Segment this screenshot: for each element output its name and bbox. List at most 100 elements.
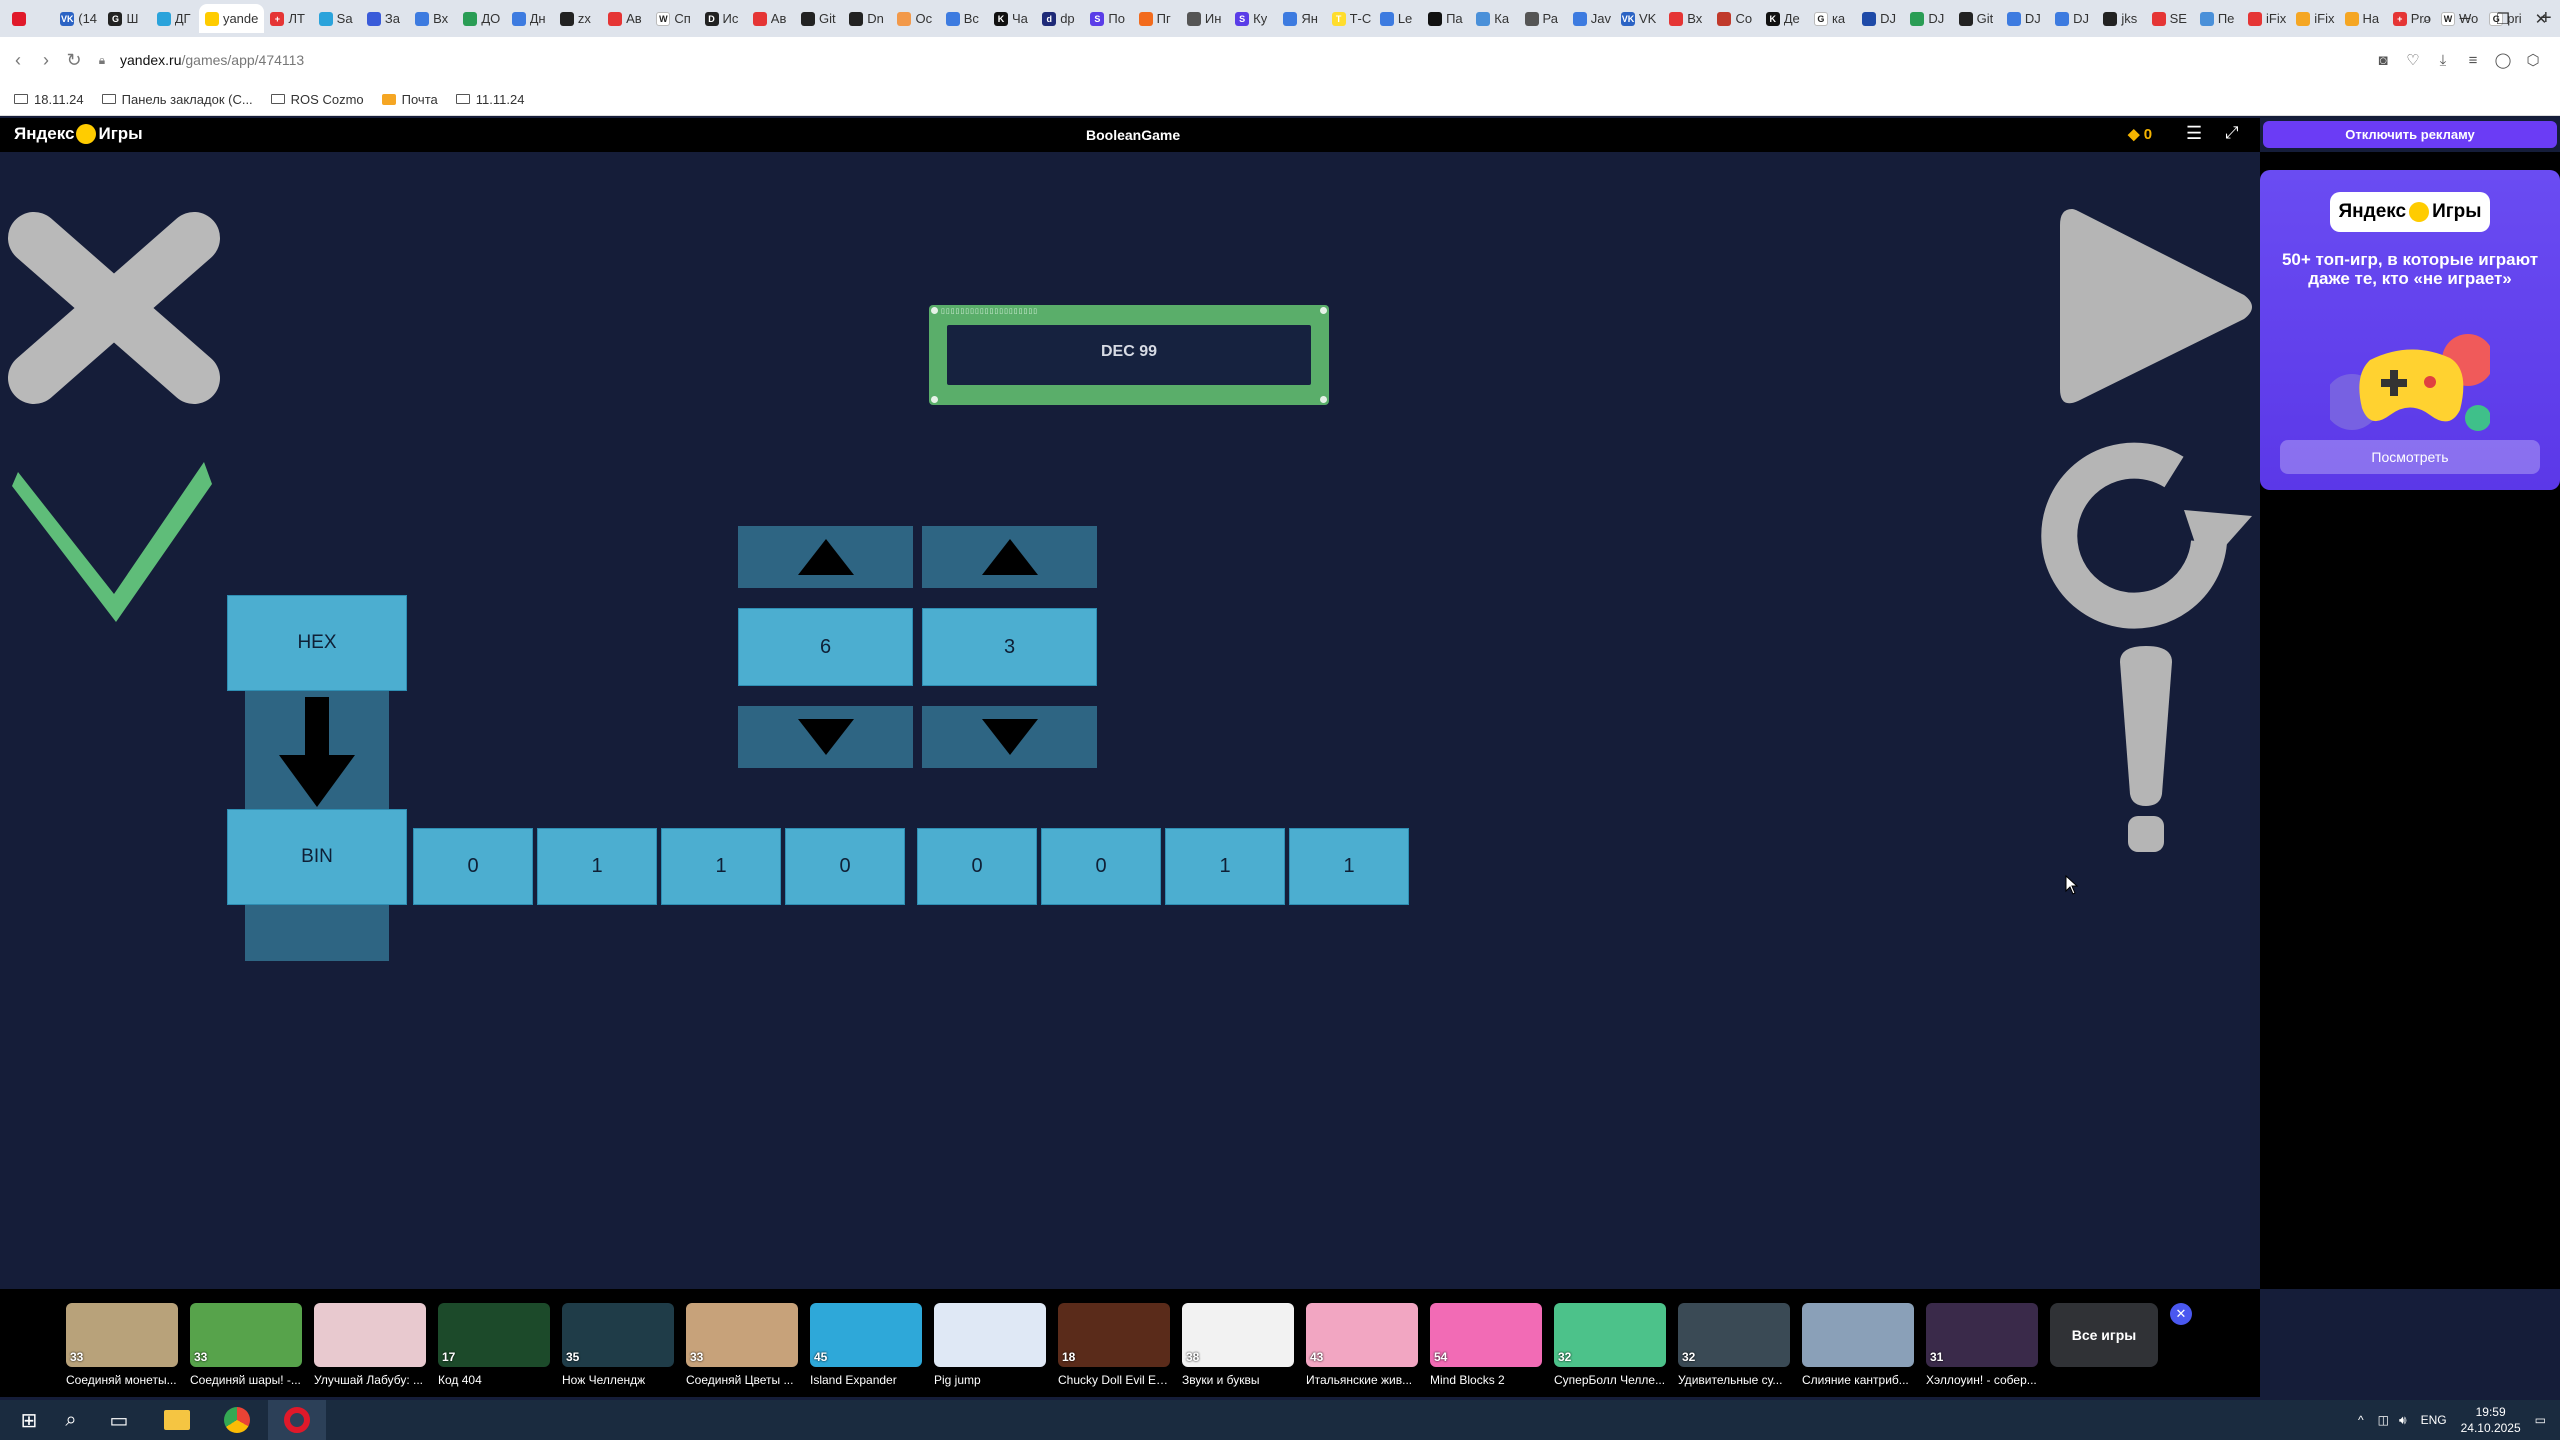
browser-tab[interactable]: Пе <box>2194 4 2242 33</box>
browser-tab[interactable]: K Чa <box>988 4 1036 33</box>
browser-tab[interactable]: iFix <box>2242 4 2290 33</box>
game-card[interactable]: 33 Соединяй шары! -... <box>190 1303 302 1387</box>
browser-tab[interactable]: Вс <box>940 4 988 33</box>
game-card[interactable]: Слияние кантриб... <box>1802 1303 1914 1387</box>
hex-digit-2-down-button[interactable] <box>922 706 1097 768</box>
browser-tab[interactable]: Пг <box>1133 4 1181 33</box>
back-icon[interactable]: ‹ <box>4 50 32 71</box>
browser-tab[interactable]: T Т-С <box>1326 4 1374 33</box>
hex-digit-1-up-button[interactable] <box>738 526 913 588</box>
restore-icon[interactable]: ❐ <box>2484 10 2522 28</box>
browser-tab[interactable]: Вх <box>1663 4 1711 33</box>
browser-tab[interactable]: D Ис <box>699 4 747 33</box>
bit-cell-3[interactable]: 1 <box>661 828 781 905</box>
game-card[interactable]: Улучшай Лабубу: ... <box>314 1303 426 1387</box>
coins-counter[interactable]: ◆ 0 <box>2128 125 2152 143</box>
browser-tab[interactable]: DJ <box>1904 4 1952 33</box>
bit-cell-4[interactable]: 0 <box>785 828 905 905</box>
browser-tab[interactable]: DJ <box>2049 4 2097 33</box>
tray-chevron-icon[interactable]: ^ <box>2358 1413 2364 1427</box>
game-card[interactable]: 32 Удивительные су... <box>1678 1303 1790 1387</box>
camera-icon[interactable]: ◙ <box>2368 52 2398 69</box>
browser-tab[interactable]: K Де <box>1760 4 1808 33</box>
browser-tab[interactable]: Ка <box>1470 4 1518 33</box>
browser-tab[interactable]: jks <box>2097 4 2145 33</box>
search-tabs-icon[interactable]: ⌕ <box>2408 10 2446 27</box>
browser-tab[interactable]: Dn <box>843 4 891 33</box>
browser-tab[interactable]: iFix <box>2290 4 2338 33</box>
browser-tab[interactable]: S По <box>1084 4 1132 33</box>
bit-cell-2[interactable]: 1 <box>537 828 657 905</box>
browser-tab[interactable]: Ин <box>1181 4 1229 33</box>
chrome-icon[interactable] <box>208 1400 266 1440</box>
forward-icon[interactable]: › <box>32 50 60 71</box>
game-card[interactable]: 38 Звуки и буквы <box>1182 1303 1294 1387</box>
game-card[interactable]: Pig jump <box>934 1303 1046 1387</box>
game-card[interactable]: 17 Код 404 <box>438 1303 550 1387</box>
game-card[interactable]: 33 Соединяй монеты... <box>66 1303 178 1387</box>
language-indicator[interactable]: ENG <box>2421 1413 2447 1427</box>
bit-cell-8[interactable]: 1 <box>1289 828 1409 905</box>
promo-banner[interactable]: Яндекс Игры 50+ топ-игр, в которые играют… <box>2260 170 2560 490</box>
reload-icon[interactable]: ↻ <box>60 50 88 71</box>
play-icon[interactable] <box>2048 197 2268 417</box>
browser-tab[interactable]: Дн <box>506 4 554 33</box>
browser-tab[interactable]: За <box>361 4 409 33</box>
clock[interactable]: 19:59 24.10.2025 <box>2461 1404 2521 1436</box>
fullscreen-icon[interactable]: ⤢ <box>2225 123 2239 143</box>
browser-tab[interactable]: Ав <box>747 4 795 33</box>
browser-tab[interactable]: Вх <box>409 4 457 33</box>
profile-icon[interactable]: ◯ <box>2488 51 2518 69</box>
game-card[interactable]: 54 Mind Blocks 2 <box>1430 1303 1542 1387</box>
notifications-icon[interactable]: ▭ <box>2535 1413 2546 1427</box>
browser-tab[interactable]: ДО <box>457 4 505 33</box>
file-explorer-icon[interactable] <box>148 1400 206 1440</box>
wrong-cross-icon[interactable] <box>4 208 224 408</box>
browser-tab[interactable]: Па <box>1422 4 1470 33</box>
hint-exclamation-icon[interactable] <box>2106 644 2186 854</box>
bookmark-item[interactable]: 11.11.24 <box>455 92 524 107</box>
browser-tab[interactable]: DJ <box>1856 4 1904 33</box>
download-icon[interactable]: ⤓ <box>2428 52 2458 69</box>
game-card[interactable]: 35 Нож Челлендж <box>562 1303 674 1387</box>
bit-cell-6[interactable]: 0 <box>1041 828 1161 905</box>
browser-tab[interactable]: yande <box>198 4 265 33</box>
menu-icon[interactable]: ☰ <box>2186 123 2202 144</box>
extensions-icon[interactable]: ⬡ <box>2518 51 2548 69</box>
network-icon[interactable]: ◫ <box>2378 1413 2389 1427</box>
bit-cell-1[interactable]: 0 <box>413 828 533 905</box>
browser-tab[interactable]: VK (14 <box>54 4 102 33</box>
browser-tab[interactable]: Ра <box>1519 4 1567 33</box>
browser-tab[interactable]: SE <box>2146 4 2194 33</box>
browser-tab[interactable]: DJ <box>2001 4 2049 33</box>
browser-tab[interactable]: W Сп <box>650 4 698 33</box>
correct-check-icon[interactable] <box>4 444 224 624</box>
task-view-icon[interactable]: ▭ <box>90 1400 148 1440</box>
promo-view-button[interactable]: Посмотреть <box>2280 440 2540 474</box>
volume-icon[interactable]: 🔊︎ <box>2399 1413 2407 1428</box>
browser-tab[interactable]: VK VK <box>1615 4 1663 33</box>
hex-digit-1-down-button[interactable] <box>738 706 913 768</box>
browser-tab[interactable]: d dp <box>1036 4 1084 33</box>
yandex-games-logo[interactable]: Яндекс Игры <box>14 124 143 144</box>
browser-tab[interactable]: Ян <box>1277 4 1325 33</box>
browser-tab[interactable]: Le <box>1374 4 1422 33</box>
game-card[interactable]: 31 Хэллоуин! - собер... <box>1926 1303 2038 1387</box>
browser-tab[interactable]: Sa <box>313 4 361 33</box>
browser-tab[interactable]: Ос <box>891 4 939 33</box>
easy-setup-icon[interactable]: ≡ <box>2458 52 2488 69</box>
browser-tab[interactable]: Ав <box>602 4 650 33</box>
bit-cell-7[interactable]: 1 <box>1165 828 1285 905</box>
all-games-button[interactable]: Все игры <box>2050 1303 2158 1367</box>
browser-tab[interactable]: S Ку <box>1229 4 1277 33</box>
heart-icon[interactable]: ♡ <box>2398 51 2428 69</box>
bookmark-item[interactable]: ROS Cozmo <box>270 92 364 107</box>
close-games-bar-icon[interactable]: ✕ <box>2170 1303 2192 1325</box>
browser-tab[interactable]: Git <box>795 4 843 33</box>
minimize-icon[interactable]: ─ <box>2446 10 2484 27</box>
bookmark-item[interactable]: Почта <box>381 92 438 107</box>
bookmark-item[interactable]: 18.11.24 <box>14 92 84 107</box>
browser-tab[interactable]: На <box>2339 4 2387 33</box>
bookmark-item[interactable]: Панель закладок (С... <box>101 92 253 107</box>
browser-tab[interactable]: ДГ <box>151 4 199 33</box>
